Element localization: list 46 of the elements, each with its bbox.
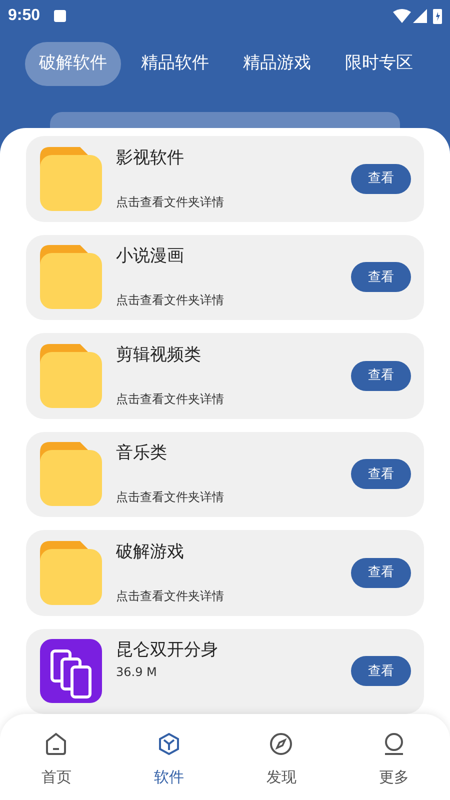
app-icon	[40, 639, 102, 704]
wifi-icon	[393, 9, 411, 23]
nav-tab[interactable]: 发现	[225, 714, 338, 800]
list-card[interactable]: 破解游戏 点击查看文件夹详情 查看	[26, 530, 424, 616]
item-title: 小说漫画	[116, 245, 185, 268]
list-card[interactable]: 音乐类 点击查看文件夹详情 查看	[26, 432, 424, 517]
item-subtitle: 点击查看文件夹详情	[116, 292, 225, 310]
notification-icon	[54, 10, 66, 22]
folder-icon	[40, 146, 102, 211]
list-card[interactable]: 小说漫画 点击查看文件夹详情 查看	[26, 234, 424, 320]
item-subtitle: 点击查看文件夹详情	[116, 194, 225, 211]
compass-icon	[269, 732, 294, 756]
app-size: 36.9 M	[116, 664, 158, 682]
item-subtitle: 点击查看文件夹详情	[116, 390, 225, 408]
category-tab[interactable]: 破解软件	[25, 42, 121, 86]
item-title: 影视软件	[116, 146, 185, 169]
signal-icon	[413, 9, 427, 23]
list-card[interactable]: 影视软件 点击查看文件夹详情 查看	[26, 136, 424, 222]
item-title: 昆仑双开分身	[116, 639, 219, 662]
list-card[interactable]: 昆仑双开分身 36.9 M 查看	[26, 628, 424, 714]
category-tab[interactable]: 限时专区	[331, 42, 427, 86]
folder-icon	[40, 540, 102, 605]
item-subtitle: 点击查看文件夹详情	[116, 588, 225, 605]
item-title: 破解游戏	[116, 540, 185, 563]
item-subtitle: 点击查看文件夹详情	[116, 489, 225, 506]
folder-icon	[40, 245, 102, 310]
view-button[interactable]: 查看	[351, 360, 411, 391]
status-time: 9:50	[8, 6, 40, 26]
view-button[interactable]: 查看	[351, 262, 411, 292]
battery-icon	[433, 8, 442, 24]
view-button[interactable]: 查看	[351, 656, 411, 686]
view-button[interactable]: 查看	[351, 164, 411, 194]
view-button[interactable]: 查看	[351, 459, 411, 490]
home-icon	[44, 732, 68, 756]
folder-icon	[40, 442, 102, 506]
item-title: 剪辑视频类	[116, 344, 202, 366]
category-tab[interactable]: 精品游戏	[229, 42, 325, 86]
item-title: 音乐类	[116, 442, 168, 464]
list-card[interactable]: 剪辑视频类 点击查看文件夹详情 查看	[26, 333, 424, 418]
view-button[interactable]: 查看	[351, 558, 411, 588]
nav-tab[interactable]: 首页	[0, 714, 112, 800]
category-tab[interactable]: 精品软件	[127, 42, 223, 86]
folder-icon	[40, 344, 102, 408]
nav-tab[interactable]: 软件	[112, 714, 225, 800]
nav-tab[interactable]: 更多	[338, 714, 450, 800]
cube-icon	[156, 732, 181, 756]
